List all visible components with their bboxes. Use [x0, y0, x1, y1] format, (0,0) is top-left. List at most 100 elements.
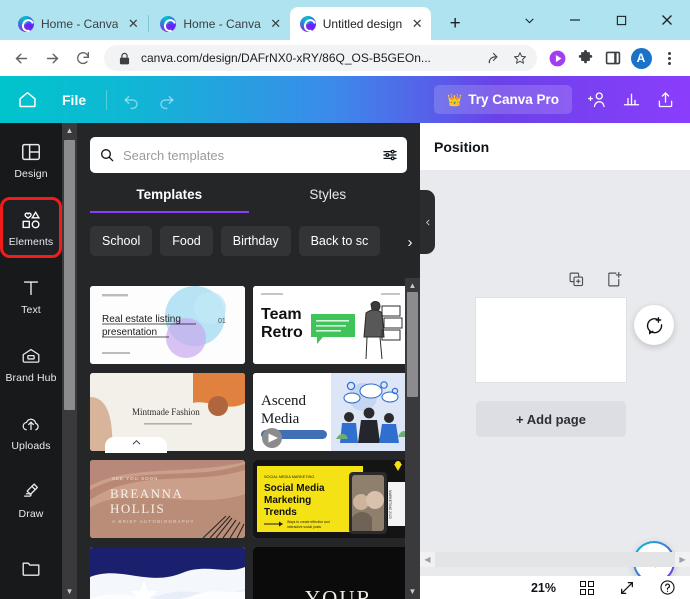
address-bar[interactable]: canva.com/design/DAFrNX0-xRY/86Q_OS-B5GE…	[104, 45, 537, 71]
template-card[interactable]: STUDIO SHODWE EVENT PLANNING EVENT PLANN…	[90, 547, 245, 599]
sidebar-item-label: Brand Hub	[5, 371, 57, 384]
close-icon[interactable]: ✕	[409, 16, 425, 32]
scrollbar-thumb[interactable]	[64, 140, 75, 410]
window-controls	[506, 0, 690, 40]
template-card[interactable]: Real estate listing presentation 01 Real…	[90, 286, 245, 364]
svg-text:HOLLIS: HOLLIS	[110, 501, 165, 516]
browser-tab-2[interactable]: Home - Canva ✕	[150, 7, 289, 40]
search-input-placeholder[interactable]: Search templates	[123, 148, 374, 163]
home-icon[interactable]	[10, 83, 44, 117]
redo-icon[interactable]	[149, 83, 183, 117]
file-menu-button[interactable]: File	[50, 86, 98, 114]
search-templates-box[interactable]: Search templates	[90, 137, 407, 173]
page-tools	[567, 270, 623, 288]
tab-styles[interactable]: Styles	[249, 187, 408, 213]
svg-text:MARKETING 2023: MARKETING 2023	[388, 490, 392, 519]
maximize-icon[interactable]	[598, 0, 644, 40]
template-card[interactable]: YOUR CREATIVE AGENCY • PRESENTATION DECK…	[253, 547, 408, 599]
filter-sliders-icon[interactable]	[382, 147, 398, 163]
forward-icon[interactable]	[38, 44, 66, 72]
template-card[interactable]: SOCIAL MEDIA MARKETING Social Media Mark…	[253, 460, 408, 538]
zoom-level[interactable]: 21%	[531, 581, 556, 595]
canva-editor-screenshot: Home - Canva ✕ Home - Canva ✕ Untitled d…	[0, 0, 690, 599]
scrollbar-track[interactable]	[435, 552, 675, 567]
chip-back-to-school[interactable]: Back to sc	[298, 226, 381, 256]
close-icon[interactable]: ✕	[268, 16, 284, 32]
canvas-area[interactable]: + Add page	[420, 170, 690, 581]
sidebar-item-uploads[interactable]: Uploads	[2, 403, 60, 460]
design-page-canvas[interactable]	[476, 298, 626, 382]
lock-icon	[115, 49, 133, 67]
analytics-icon[interactable]	[614, 83, 648, 117]
add-page-button[interactable]: + Add page	[476, 401, 626, 437]
undo-icon[interactable]	[115, 83, 149, 117]
sidebar-item-label: Text	[21, 303, 41, 316]
try-pro-label: Try Canva Pro	[468, 92, 559, 107]
svg-text:interactive social posts: interactive social posts	[287, 525, 321, 529]
sidebar-item-elements[interactable]: Elements	[0, 197, 62, 258]
duplicate-page-icon[interactable]	[567, 270, 585, 288]
close-icon[interactable]: ✕	[125, 16, 141, 32]
chip-food[interactable]: Food	[160, 226, 213, 256]
collapse-panel-handle[interactable]	[420, 190, 435, 254]
sidebar-item-text[interactable]: Text	[2, 267, 60, 324]
svg-text:Marketing: Marketing	[264, 495, 311, 506]
media-play-icon[interactable]	[544, 45, 570, 71]
svg-text:SOCIAL MEDIA MARKETING: SOCIAL MEDIA MARKETING	[264, 475, 314, 479]
side-panel-icon[interactable]	[600, 45, 626, 71]
sidebar-item-design[interactable]: Design	[2, 131, 60, 188]
chevron-up-icon[interactable]	[105, 437, 167, 453]
panel-tabs: Templates Styles	[90, 187, 407, 213]
close-window-icon[interactable]	[644, 0, 690, 40]
rail-scrollbar[interactable]: ▲ ▼	[62, 123, 77, 599]
chrome-menu-icon[interactable]	[656, 45, 682, 71]
scroll-down-icon[interactable]: ▼	[405, 584, 420, 599]
panel-scrollbar[interactable]: ▲ ▼	[405, 278, 420, 599]
help-question-icon[interactable]	[658, 579, 676, 597]
tab-title: Untitled design	[322, 16, 403, 31]
new-tab-button[interactable]: +	[441, 10, 469, 38]
sidebar-item-projects[interactable]	[2, 539, 60, 596]
browser-toolbar: canva.com/design/DAFrNX0-xRY/86Q_OS-B5GE…	[0, 40, 690, 76]
grid-view-icon[interactable]	[578, 579, 596, 597]
tab-title: Home - Canva	[183, 16, 261, 31]
template-card[interactable]: SEE YOU SOON BREANNA HOLLIS A BRIEF AUTO…	[90, 460, 245, 538]
minimize-icon[interactable]	[552, 0, 598, 40]
scroll-left-icon[interactable]: ◀	[420, 552, 435, 567]
profile-avatar[interactable]: A	[628, 45, 654, 71]
share-export-icon[interactable]	[648, 83, 682, 117]
reload-icon[interactable]	[69, 44, 97, 72]
svg-text:SEE YOU SOON: SEE YOU SOON	[112, 476, 158, 481]
browser-tab-1[interactable]: Home - Canva ✕	[8, 7, 147, 40]
sidebar-item-label: Uploads	[11, 439, 51, 452]
template-card[interactable]: Team Retro Team Retro	[253, 286, 408, 364]
add-page-icon[interactable]	[605, 270, 623, 288]
scroll-up-icon[interactable]: ▲	[405, 278, 420, 293]
chevron-right-icon[interactable]: ›	[400, 229, 420, 255]
browser-tab-strip: Home - Canva ✕ Home - Canva ✕ Untitled d…	[0, 0, 690, 40]
back-icon[interactable]	[7, 44, 35, 72]
scroll-up-icon[interactable]: ▲	[62, 123, 77, 138]
try-canva-pro-button[interactable]: 👑 Try Canva Pro	[434, 85, 572, 114]
add-collaborator-icon[interactable]	[580, 83, 614, 117]
tab-search-chevron-icon[interactable]	[506, 0, 552, 40]
scroll-right-icon[interactable]: ▶	[675, 552, 690, 567]
tab-templates[interactable]: Templates	[90, 187, 249, 213]
sidebar-item-brand-hub[interactable]: Brand Hub	[2, 335, 60, 392]
comment-icon[interactable]	[634, 305, 674, 345]
sidebar-item-draw[interactable]: Draw	[2, 471, 60, 528]
fullscreen-icon[interactable]	[618, 579, 636, 597]
scroll-down-icon[interactable]: ▼	[62, 584, 77, 599]
browser-tab-3-active[interactable]: Untitled design ✕	[289, 7, 432, 40]
position-button[interactable]: Position	[434, 139, 489, 155]
left-tool-rail: Design Elements Text Brand Hub Uploads D…	[0, 123, 62, 599]
horizontal-scrollbar[interactable]: ◀ ▶	[420, 552, 690, 567]
share-icon[interactable]	[485, 49, 503, 67]
extensions-puzzle-icon[interactable]	[572, 45, 598, 71]
svg-text:Ascend: Ascend	[261, 393, 306, 409]
bookmark-star-icon[interactable]	[511, 49, 529, 67]
template-card[interactable]: Ascend Media Ascend Media	[253, 373, 408, 451]
chip-school[interactable]: School	[90, 226, 153, 256]
chip-birthday[interactable]: Birthday	[220, 226, 291, 256]
scrollbar-thumb[interactable]	[407, 292, 418, 397]
